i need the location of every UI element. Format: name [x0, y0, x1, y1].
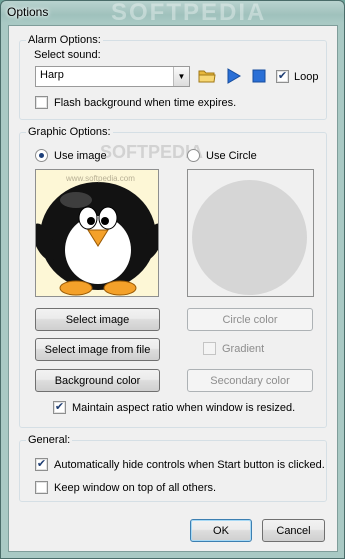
use-circle-label: Use Circle: [206, 150, 257, 162]
ok-button[interactable]: OK: [190, 519, 252, 542]
softpedia-watermark: SOFTPEDIA: [111, 0, 267, 26]
gradient-label: Gradient: [222, 343, 265, 355]
keep-on-top-label: Keep window on top of all others.: [54, 482, 217, 494]
autohide-checkbox[interactable]: ✔: [35, 458, 48, 471]
loop-label: Loop: [294, 71, 319, 83]
window-title: Options: [7, 5, 49, 19]
circle-preview: [187, 169, 314, 297]
play-icon[interactable]: [227, 68, 241, 84]
image-preview: www.softpedia.com: [35, 169, 159, 297]
penguin-icon: [36, 182, 158, 296]
select-sound-label: Select sound:: [34, 49, 101, 61]
keep-on-top-checkbox[interactable]: [35, 481, 48, 494]
secondary-color-button[interactable]: Secondary color: [187, 369, 313, 392]
background-color-button[interactable]: Background color: [35, 369, 160, 392]
select-image-from-file-button[interactable]: Select image from file: [35, 338, 160, 361]
flash-background-label: Flash background when time expires.: [54, 97, 237, 109]
dialog-client-area: Alarm Options: Select sound: Harp ▼ ✔ Lo…: [8, 25, 338, 552]
flash-background-checkbox[interactable]: [35, 96, 48, 109]
sound-select-value: Harp: [40, 69, 64, 81]
cancel-button[interactable]: Cancel: [262, 519, 325, 542]
chevron-down-icon[interactable]: ▼: [173, 67, 189, 86]
alarm-options-group: Alarm Options: Select sound: Harp ▼ ✔ Lo…: [19, 33, 327, 120]
general-label: General:: [26, 433, 73, 447]
select-image-button[interactable]: Select image: [35, 308, 160, 331]
circle-color-button[interactable]: Circle color: [187, 308, 313, 331]
options-window: Options SOFTPEDIA Alarm Options: Select …: [0, 0, 345, 559]
use-image-radio[interactable]: [35, 149, 48, 162]
general-group: General: ✔ Automatically hide controls w…: [19, 433, 327, 502]
gradient-checkbox[interactable]: [203, 342, 216, 355]
maintain-aspect-label: Maintain aspect ratio when window is res…: [72, 402, 296, 414]
circle-shape: [192, 180, 307, 295]
graphic-options-group: Graphic Options: Use image SOFTPEDIA Use…: [19, 125, 327, 428]
maintain-aspect-checkbox[interactable]: ✔: [53, 401, 66, 414]
stop-icon[interactable]: [252, 69, 266, 83]
loop-checkbox[interactable]: ✔: [276, 70, 289, 83]
graphic-options-label: Graphic Options:: [26, 125, 113, 139]
use-image-label: Use image: [54, 150, 107, 162]
autohide-label: Automatically hide controls when Start b…: [54, 459, 325, 471]
title-bar[interactable]: Options SOFTPEDIA: [1, 0, 344, 26]
use-circle-radio[interactable]: [187, 149, 200, 162]
folder-icon[interactable]: [198, 69, 216, 83]
sound-select[interactable]: Harp ▼: [35, 66, 190, 87]
image-watermark: www.softpedia.com: [66, 174, 135, 183]
alarm-options-label: Alarm Options:: [26, 33, 103, 47]
